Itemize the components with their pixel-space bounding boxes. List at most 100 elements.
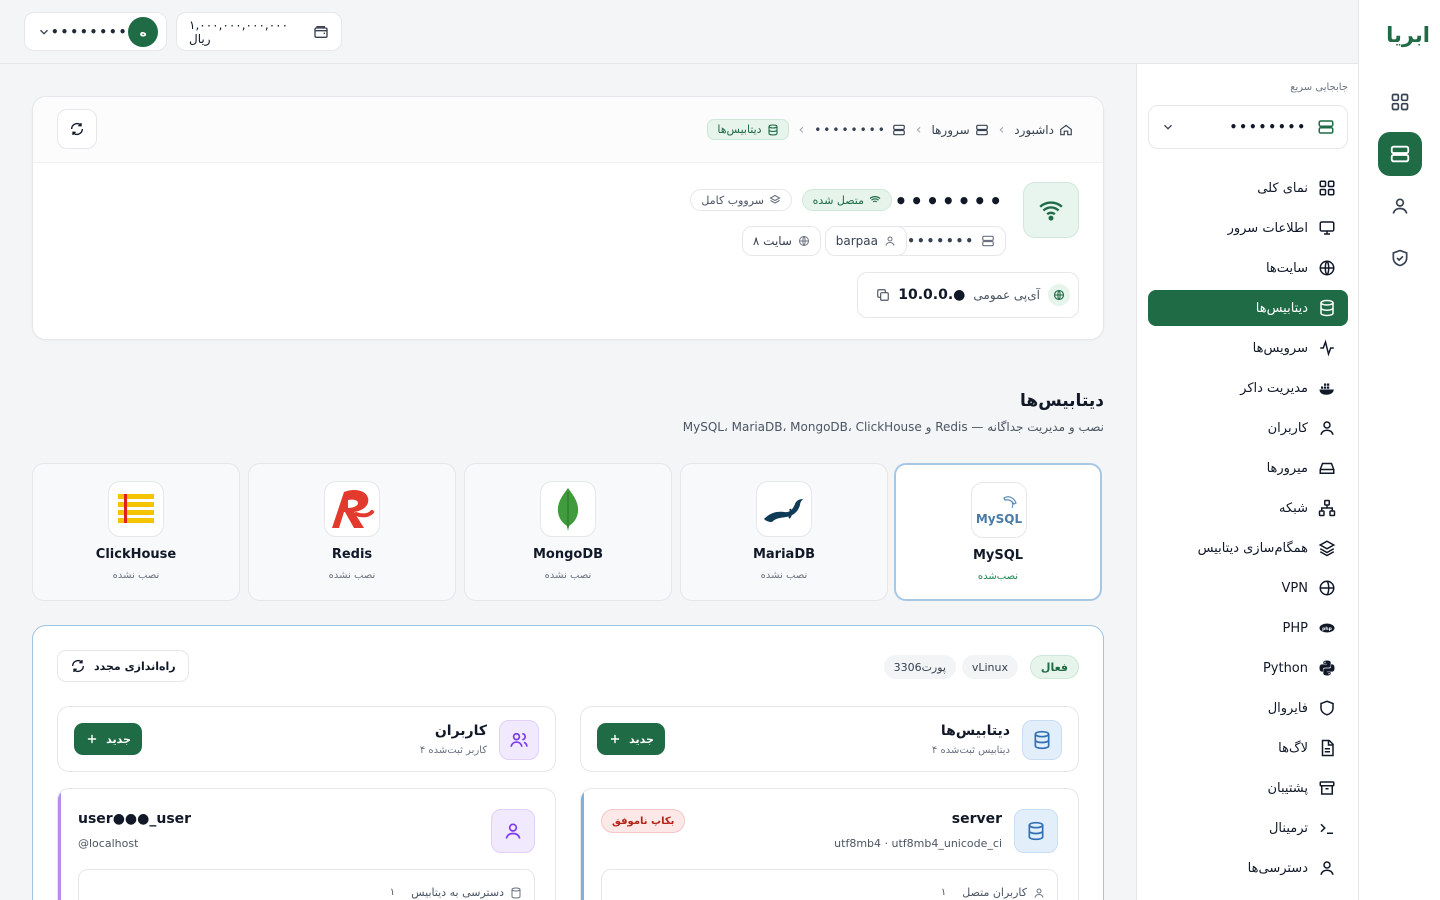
sidebar-item-mirrors[interactable]: میرورها bbox=[1148, 450, 1348, 486]
balance-amount: ۱,۰۰۰,۰۰۰,۰۰۰,۰۰۰ ریال bbox=[189, 17, 289, 46]
sidebar-item-label: مدیریت داکر bbox=[1240, 380, 1308, 396]
user-icon bbox=[884, 235, 896, 247]
section-subtitle: MySQL، MariaDB، MongoDB، ClickHouse و Re… bbox=[682, 420, 1104, 434]
connected-users-label: کاربران متصل bbox=[962, 886, 1027, 899]
mongodb-leaf-icon bbox=[540, 481, 596, 537]
sidebar-item-db-sync[interactable]: همگام‌سازی دیتابیس bbox=[1148, 530, 1348, 566]
copy-icon[interactable] bbox=[876, 288, 890, 302]
user-icon bbox=[1318, 419, 1336, 437]
rail-account-button[interactable] bbox=[1378, 184, 1422, 228]
svg-text:php: php bbox=[1322, 626, 1332, 632]
layers-icon bbox=[769, 194, 781, 206]
sidebar-item-logs[interactable]: لاگ‌ها bbox=[1148, 730, 1348, 766]
database-collation: utf8mb4 · utf8mb4_unicode_ci bbox=[834, 837, 1002, 850]
engine-card-mongodb[interactable]: MongoDB نصب نشده bbox=[464, 463, 672, 601]
connected-users-stat: کاربران متصل ۱ bbox=[941, 886, 1045, 899]
breadcrumb-servers[interactable]: سرورها bbox=[931, 123, 988, 137]
sidebar-item-access[interactable]: دسترسی‌ها bbox=[1148, 850, 1348, 886]
topbar: •••••••• ه ۱,۰۰۰,۰۰۰,۰۰۰,۰۰۰ ریال bbox=[0, 0, 1358, 64]
plus-icon bbox=[608, 732, 622, 746]
rail-servers-button[interactable] bbox=[1378, 132, 1422, 176]
globe-icon bbox=[1048, 284, 1070, 306]
new-user-label: جدید bbox=[106, 732, 131, 746]
file-text-icon bbox=[1318, 739, 1336, 757]
sidebar-item-docker[interactable]: مدیریت داکر bbox=[1148, 370, 1348, 406]
breadcrumb-server[interactable]: •••••••• bbox=[814, 123, 906, 137]
quick-switch-label: جابجایی سریع bbox=[1290, 82, 1348, 93]
sidebar: جابجایی سریع •••••••• نمای کلی اطلاعات س… bbox=[1136, 64, 1358, 900]
sidebar-item-sites[interactable]: سایت‌ها bbox=[1148, 250, 1348, 286]
card-header: داشبورد ‹ سرورها ‹ •••••••• ‹ دیتابیس‌ها bbox=[33, 97, 1103, 163]
sidebar-item-backup[interactable]: پشتیبان bbox=[1148, 770, 1348, 806]
globe-icon bbox=[1318, 259, 1336, 277]
engine-name: MySQL bbox=[972, 548, 1024, 563]
service-active-badge: فعال bbox=[1029, 655, 1079, 679]
breadcrumb-current-label: دیتابیس‌ها bbox=[717, 123, 762, 136]
breadcrumb-home-label: داشبورد bbox=[1014, 122, 1054, 137]
wifi-icon bbox=[869, 194, 881, 206]
sidebar-item-overview[interactable]: نمای کلی bbox=[1148, 170, 1348, 206]
sidebar-item-server-info[interactable]: اطلاعات سرور bbox=[1148, 210, 1348, 246]
sidebar-item-terminal[interactable]: ترمینال bbox=[1148, 810, 1348, 846]
new-database-button[interactable]: جدید bbox=[597, 723, 665, 755]
chevron-left-icon: ‹ bbox=[798, 121, 805, 138]
databases-title: دیتابیس‌ها bbox=[940, 723, 1010, 739]
shield-check-icon bbox=[1390, 248, 1410, 268]
shield-icon bbox=[1318, 699, 1336, 717]
account-name: •••••••• bbox=[51, 24, 129, 39]
database-item[interactable]: server utf8mb4 · utf8mb4_unicode_ci بکاپ… bbox=[580, 788, 1079, 900]
chevron-left-icon: ‹ bbox=[915, 121, 922, 138]
sidebar-item-databases[interactable]: دیتابیس‌ها bbox=[1148, 290, 1348, 326]
brand-logo[interactable]: ابریا bbox=[1370, 22, 1430, 48]
sidebar-item-php[interactable]: php PHP bbox=[1148, 610, 1348, 646]
engine-card-redis[interactable]: Redis نصب نشده bbox=[248, 463, 456, 601]
quick-switch-select[interactable]: •••••••• bbox=[1148, 105, 1348, 149]
server-sites-chip[interactable]: ۸ سایت bbox=[741, 226, 821, 256]
sidebar-item-users[interactable]: کاربران bbox=[1148, 410, 1348, 446]
home-icon bbox=[1059, 123, 1073, 137]
database-icon bbox=[767, 123, 779, 136]
python-icon bbox=[1318, 659, 1336, 677]
refresh-button[interactable] bbox=[57, 109, 97, 149]
users-icon bbox=[499, 720, 539, 760]
breadcrumb-home[interactable]: داشبورد bbox=[1014, 123, 1073, 137]
engine-card-mariadb[interactable]: MariaDB نصب نشده bbox=[680, 463, 888, 601]
section-title: دیتابیس‌ها bbox=[1020, 391, 1104, 411]
user-key-icon bbox=[1318, 859, 1336, 877]
sidebar-item-vpn[interactable]: VPN bbox=[1148, 570, 1348, 606]
breadcrumb-servers-label: سرورها bbox=[931, 122, 970, 137]
terminal-icon bbox=[1318, 819, 1336, 837]
layers-icon bbox=[1318, 539, 1336, 557]
engine-card-mysql[interactable]: MySQL MySQL نصب‌شده bbox=[894, 463, 1102, 601]
sidebar-item-label: فایروال bbox=[1267, 700, 1308, 716]
engine-name: MongoDB bbox=[532, 547, 604, 562]
engine-status: نصب نشده bbox=[760, 570, 808, 581]
sidebar-item-label: نمای کلی bbox=[1257, 180, 1308, 196]
plus-icon bbox=[85, 732, 99, 746]
status-badge: متصل شده bbox=[801, 189, 892, 211]
sidebar-item-firewall[interactable]: فایروال bbox=[1148, 690, 1348, 726]
databases-count: ۴ دیتابیس ثبت‌شده bbox=[931, 745, 1010, 756]
new-user-button[interactable]: جدید bbox=[74, 723, 142, 755]
engine-name: ClickHouse bbox=[95, 547, 177, 562]
account-menu[interactable]: •••••••• ه bbox=[24, 12, 167, 51]
wallet-balance[interactable]: ۱,۰۰۰,۰۰۰,۰۰۰,۰۰۰ ریال bbox=[176, 12, 342, 51]
sidebar-item-network[interactable]: شبکه bbox=[1148, 490, 1348, 526]
server-type-badge: سرووب کامل bbox=[690, 189, 792, 211]
sidebar-item-label: کاربران bbox=[1267, 420, 1308, 436]
rail-overview-button[interactable] bbox=[1378, 80, 1422, 124]
engine-card-clickhouse[interactable]: ClickHouse نصب نشده bbox=[32, 463, 240, 601]
engine-status: نصب‌شده bbox=[977, 571, 1019, 582]
restart-button[interactable]: راه‌اندازی مجدد bbox=[57, 650, 189, 682]
rail-security-button[interactable] bbox=[1378, 236, 1422, 280]
php-icon: php bbox=[1318, 619, 1336, 637]
docker-icon bbox=[1318, 379, 1336, 397]
port-badge: پورت3306 bbox=[883, 655, 956, 679]
globe-icon bbox=[798, 235, 810, 247]
sidebar-item-services[interactable]: سرویس‌ها bbox=[1148, 330, 1348, 366]
sidebar-item-python[interactable]: Python bbox=[1148, 650, 1348, 686]
sidebar-item-label: اطلاعات سرور bbox=[1227, 220, 1308, 236]
monitor-icon bbox=[1318, 219, 1336, 237]
user-item[interactable]: user●●●_user @localhost دسترسی به دیتابی… bbox=[57, 788, 556, 900]
user-icon bbox=[491, 809, 535, 853]
